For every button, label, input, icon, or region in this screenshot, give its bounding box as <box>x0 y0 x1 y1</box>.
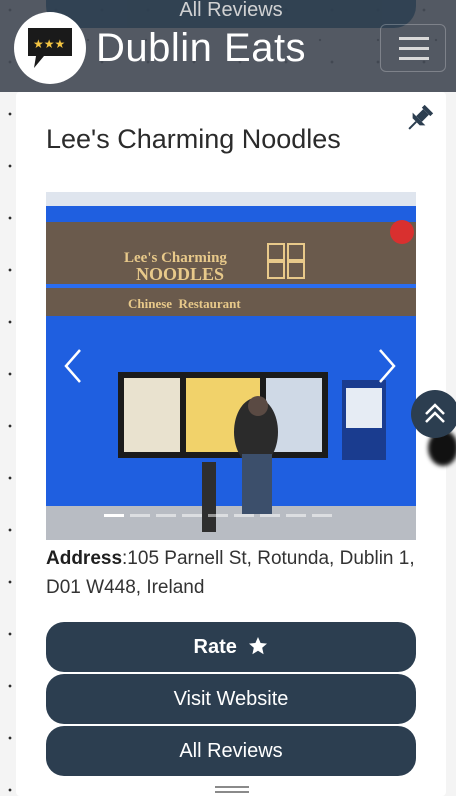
menu-toggle-button[interactable] <box>380 24 446 72</box>
chevron-right-icon[interactable] <box>376 346 398 386</box>
bottom-drag-handle[interactable] <box>215 786 249 796</box>
carousel-indicator[interactable] <box>182 514 202 517</box>
carousel-indicator[interactable] <box>234 514 254 517</box>
logo[interactable]: ★★★ <box>14 12 86 84</box>
svg-text:★★★: ★★★ <box>33 37 65 51</box>
carousel-indicators <box>104 504 338 522</box>
brand-title[interactable]: Dublin Eats <box>96 26 306 71</box>
carousel-indicator[interactable] <box>208 514 228 517</box>
scroll-to-top-button[interactable] <box>411 390 456 438</box>
visit-website-button[interactable]: Visit Website <box>46 674 416 724</box>
sign-line-3: Chinese Restaurant <box>128 296 241 311</box>
hamburger-line <box>399 57 429 60</box>
hamburger-line <box>399 47 429 50</box>
pin-icon[interactable] <box>402 102 436 136</box>
all-reviews-button[interactable]: All Reviews <box>46 726 416 776</box>
storefront-photo: Lee's Charming NOODLES Chinese Restauran… <box>46 192 416 540</box>
speech-bubble-stars-icon: ★★★ <box>28 28 72 68</box>
double-chevron-up-icon <box>425 403 445 423</box>
chevron-left-icon[interactable] <box>62 346 84 386</box>
overlay-all-reviews-button[interactable]: All Reviews <box>46 0 416 28</box>
navbar: All Reviews ★★★ Dublin Eats <box>0 0 456 92</box>
carousel-indicator[interactable] <box>286 514 306 517</box>
restaurant-name: Lee's Charming Noodles <box>46 124 341 154</box>
carousel-indicator[interactable] <box>130 514 150 517</box>
photo-carousel[interactable]: Lee's Charming NOODLES Chinese Restauran… <box>46 192 416 540</box>
carousel-indicator[interactable] <box>156 514 176 517</box>
sign-line-2: NOODLES <box>136 264 224 284</box>
rate-button[interactable]: Rate <box>46 622 416 672</box>
carousel-indicator[interactable] <box>104 514 124 517</box>
carousel-indicator[interactable] <box>260 514 280 517</box>
star-icon <box>249 637 268 655</box>
address-label: Address <box>46 548 123 569</box>
carousel-indicator[interactable] <box>312 514 332 517</box>
address-block: Address:105 Parnell St, Rotunda, Dublin … <box>46 544 426 602</box>
hamburger-line <box>399 37 429 40</box>
rate-button-label: Rate <box>193 636 237 658</box>
